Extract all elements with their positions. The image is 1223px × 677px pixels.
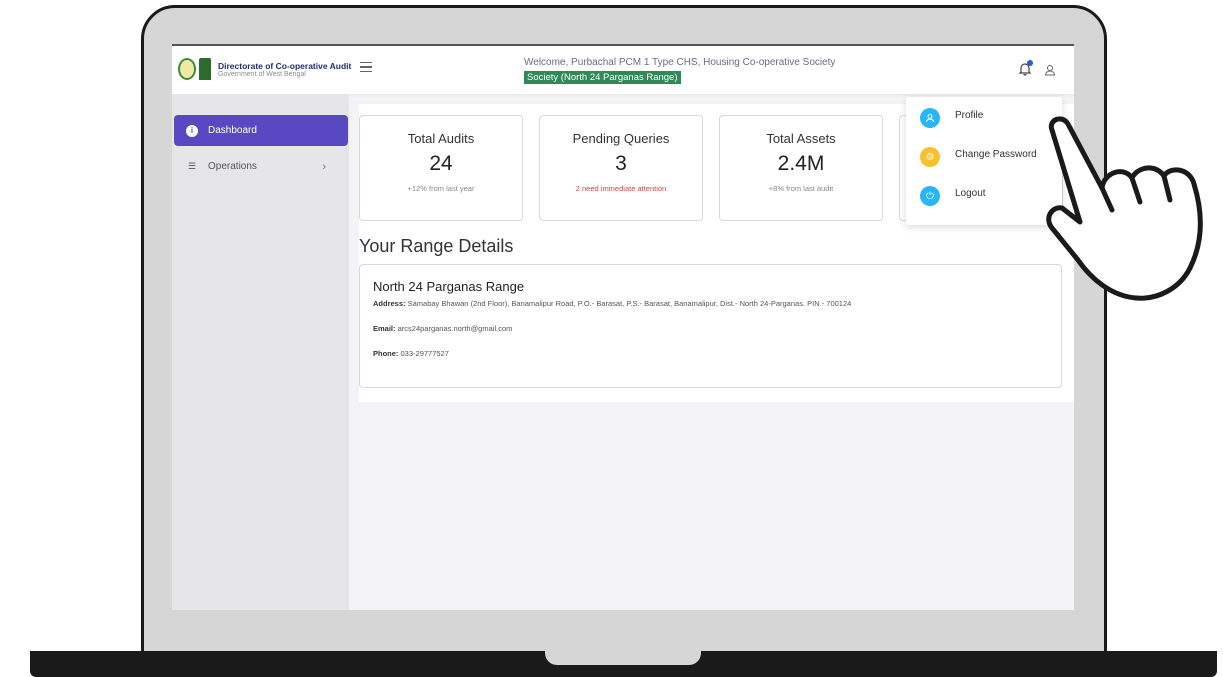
range-name: North 24 Parganas Range bbox=[373, 279, 525, 294]
notification-dot bbox=[1027, 60, 1033, 66]
brand-title: Directorate of Co-operative Audit bbox=[218, 60, 352, 71]
stat-note: +12% from last year bbox=[407, 184, 475, 193]
info-icon: i bbox=[186, 124, 198, 137]
gear-icon: ⚙ bbox=[920, 147, 940, 167]
stat-value: 24 bbox=[429, 152, 453, 175]
phone-label: Phone: bbox=[373, 349, 399, 358]
menu-item-label: Profile bbox=[955, 109, 984, 121]
brand[interactable]: Directorate of Co-operative Audit Govern… bbox=[178, 58, 351, 80]
menu-item-label: Logout bbox=[955, 187, 986, 199]
stat-value: 3 bbox=[615, 152, 627, 175]
range-address: Address: Samabay Bhawan (2nd Floor), Ban… bbox=[373, 299, 1048, 308]
sidebar: i Dashboard ☰ Operations › bbox=[172, 94, 349, 610]
stat-card-total-audits: Total Audits 24 +12% from last year bbox=[359, 115, 523, 221]
menu-item-change-password[interactable]: ⚙ Change Password bbox=[920, 147, 1037, 167]
phone-value: 033-29777527 bbox=[400, 349, 449, 358]
menu-item-profile[interactable]: Profile bbox=[920, 108, 983, 128]
stat-title: Total Assets bbox=[766, 131, 836, 146]
top-bar: Directorate of Co-operative Audit Govern… bbox=[172, 44, 1074, 94]
user-icon bbox=[920, 108, 940, 128]
menu-item-logout[interactable]: ⏻ Logout bbox=[920, 186, 986, 206]
chevron-right-icon: › bbox=[322, 160, 326, 173]
address-label: Address: bbox=[373, 299, 406, 308]
user-dropdown-menu: Profile ⚙ Change Password ⏻ Logout bbox=[906, 97, 1062, 225]
stat-value: 2.4M bbox=[777, 152, 825, 175]
stat-title: Pending Queries bbox=[572, 131, 670, 146]
sidebar-item-operations[interactable]: ☰ Operations › bbox=[174, 151, 348, 182]
menu-item-label: Change Password bbox=[955, 148, 1037, 160]
email-value: arcs24parganas.north@gmail.com bbox=[397, 324, 513, 333]
power-icon: ⏻ bbox=[920, 186, 940, 206]
stat-note: 2 need immediate attention bbox=[575, 184, 667, 193]
menu-toggle-icon[interactable] bbox=[360, 62, 372, 72]
app-screen: Directorate of Co-operative Audit Govern… bbox=[172, 44, 1074, 610]
stat-card-total-assets: Total Assets 2.4M +8% from last audit bbox=[719, 115, 883, 221]
society-range-badge: Society (North 24 Parganas Range) bbox=[524, 71, 681, 84]
laptop-notch bbox=[543, 651, 703, 667]
sidebar-item-dashboard[interactable]: i Dashboard bbox=[174, 115, 348, 146]
stat-card-pending-queries: Pending Queries 3 2 need immediate atten… bbox=[539, 115, 703, 221]
range-email: Email: arcs24parganas.north@gmail.com bbox=[373, 324, 1048, 333]
welcome-text: Welcome, Purbachal PCM 1 Type CHS, Housi… bbox=[524, 57, 836, 68]
email-label: Email: bbox=[373, 324, 396, 333]
brand-subtitle: Government of West Bengal bbox=[218, 70, 306, 78]
state-emblem-icon bbox=[199, 58, 211, 80]
department-seal-icon bbox=[178, 58, 196, 80]
range-phone: Phone: 033-29777527 bbox=[373, 349, 1048, 358]
address-value: Samabay Bhawan (2nd Floor), Banamalipur … bbox=[407, 299, 852, 308]
pointing-hand-icon bbox=[1046, 116, 1203, 301]
user-menu-icon[interactable] bbox=[1044, 64, 1056, 76]
stat-title: Total Audits bbox=[407, 131, 475, 146]
sidebar-item-label: Dashboard bbox=[208, 125, 257, 136]
illustration: Directorate of Co-operative Audit Govern… bbox=[0, 0, 1223, 677]
range-card: North 24 Parganas Range Address: Samabay… bbox=[359, 264, 1062, 388]
brand-text: Directorate of Co-operative Audit Govern… bbox=[218, 61, 351, 78]
stat-note: +8% from last audit bbox=[768, 184, 834, 193]
list-icon: ☰ bbox=[187, 161, 197, 171]
sidebar-item-label: Operations bbox=[208, 161, 257, 172]
range-heading: Your Range Details bbox=[359, 236, 514, 256]
